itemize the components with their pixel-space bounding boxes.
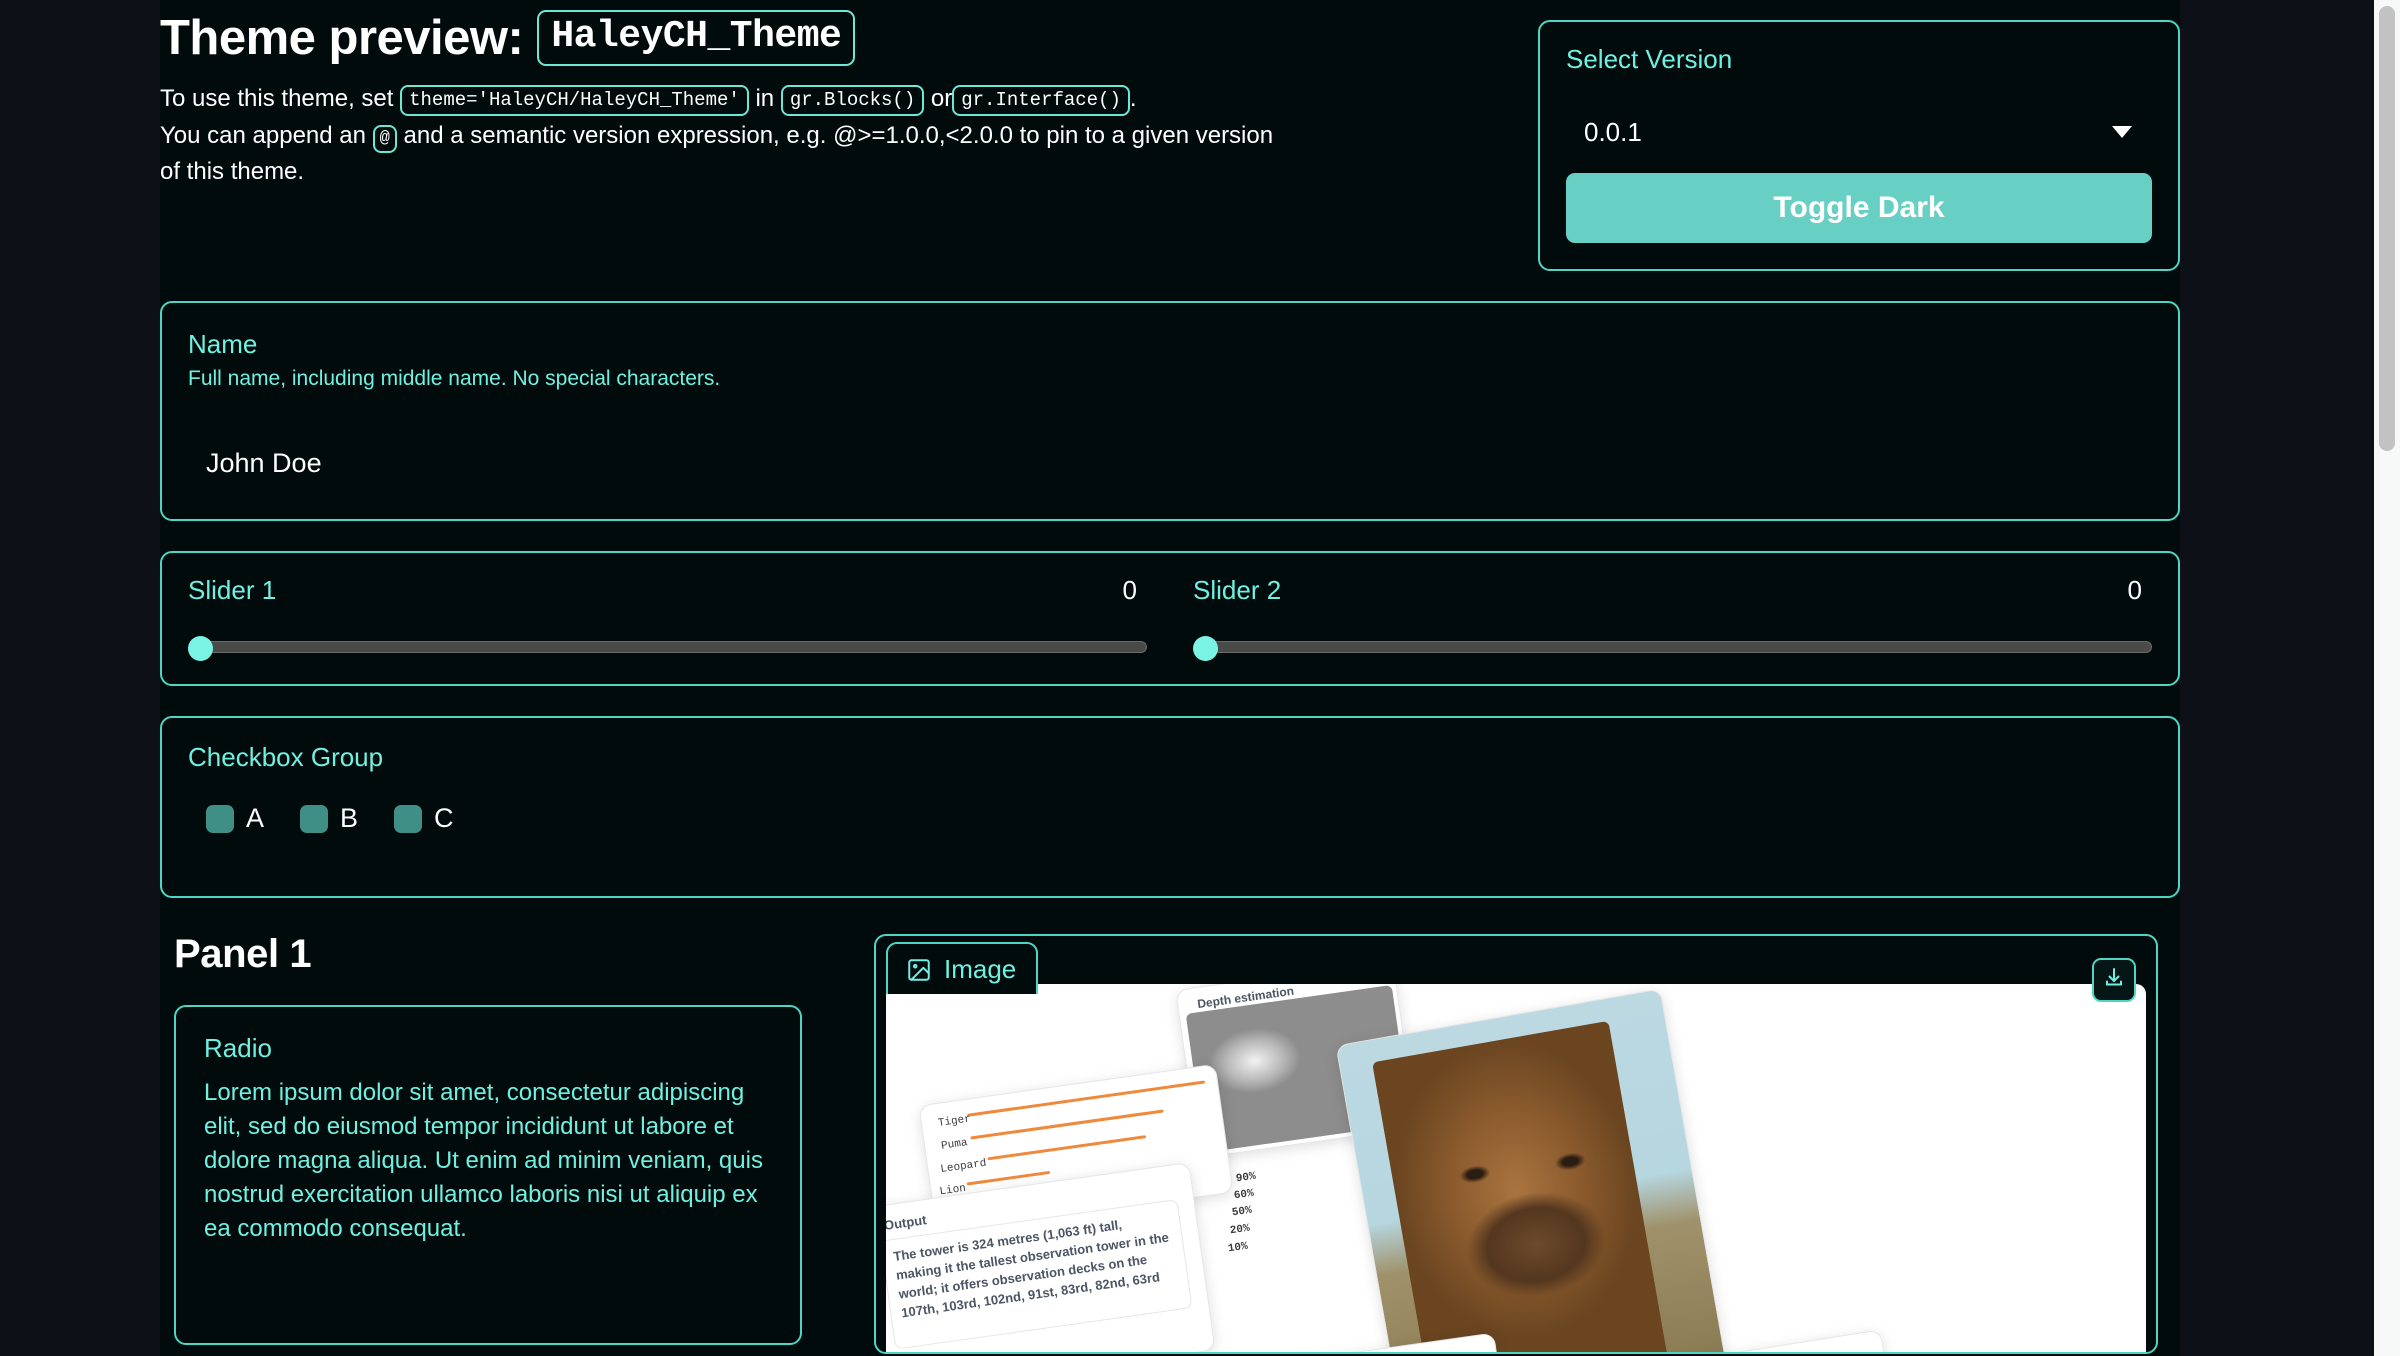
collage-bar-fill-0 bbox=[967, 1080, 1206, 1117]
tab-image[interactable]: Image bbox=[886, 942, 1039, 994]
select-version-label: Select Version bbox=[1566, 44, 1733, 74]
download-button[interactable] bbox=[2092, 958, 2136, 1002]
slider-2-thumb[interactable] bbox=[1193, 636, 1218, 661]
image-column: Image Depth estimation Tiger Puma Leopar… bbox=[860, 932, 2180, 1354]
slider-1-track[interactable] bbox=[188, 636, 1147, 661]
theme-arg-chip: theme='HaleyCH/HaleyCH_Theme' bbox=[400, 85, 749, 117]
left-gutter bbox=[0, 0, 160, 1356]
toggle-dark-button[interactable]: Toggle Dark bbox=[1566, 173, 2152, 243]
collage-pct-0: 90% bbox=[1235, 1170, 1257, 1186]
intro-line-2: You can append an @ and a semantic versi… bbox=[160, 121, 1500, 153]
content-column: Theme preview: HaleyCH_Theme To use this… bbox=[160, 0, 2180, 1356]
gr-blocks-chip: gr.Blocks() bbox=[780, 85, 925, 117]
slider-1-thumb[interactable] bbox=[188, 636, 213, 661]
intro-text-a: To use this theme, set bbox=[160, 85, 394, 113]
name-label: Name bbox=[188, 329, 258, 359]
slider-1-label: Slider 1 bbox=[188, 575, 277, 605]
intro-paragraph: To use this theme, set theme='HaleyCH/Ha… bbox=[160, 84, 1500, 187]
checkbox-group-label: Checkbox Group bbox=[188, 742, 384, 772]
slider-1-value: 0 bbox=[1122, 575, 1137, 605]
page-title-prefix: Theme preview: bbox=[160, 11, 524, 65]
checkbox-row: A B C bbox=[188, 803, 2152, 834]
slider-2-track[interactable] bbox=[1193, 636, 2152, 661]
page-scrollbar-thumb[interactable] bbox=[2379, 6, 2395, 451]
checkbox-item-a[interactable]: A bbox=[206, 803, 264, 834]
panel-column: Panel 1 Radio Lorem ipsum dolor sit amet… bbox=[160, 932, 860, 1345]
app-shell: Theme preview: HaleyCH_Theme To use this… bbox=[0, 0, 2400, 1356]
slider-2: Slider 2 0 bbox=[1193, 575, 2152, 661]
collage-output-box: The tower is 324 metres (1,063 ft) tall,… bbox=[886, 1198, 1193, 1350]
checkbox-label-b: B bbox=[340, 803, 359, 833]
gr-interface-chip: gr.Interface() bbox=[952, 85, 1130, 117]
page-scrollbar[interactable] bbox=[2374, 0, 2400, 1356]
theme-name-chip: HaleyCH_Theme bbox=[537, 10, 856, 67]
slider-1: Slider 1 0 bbox=[188, 575, 1147, 661]
chevron-down-icon bbox=[2112, 126, 2132, 138]
slider-2-head: Slider 2 0 bbox=[1193, 575, 2152, 606]
intro-text-g: of this theme. bbox=[160, 158, 305, 186]
slider-1-rail bbox=[202, 641, 1147, 653]
checkbox-label-a: A bbox=[246, 803, 265, 833]
page-title: Theme preview: HaleyCH_Theme bbox=[160, 10, 1512, 67]
image-preview-canvas: Depth estimation Tiger Puma Leopard Lion… bbox=[886, 984, 2146, 1352]
slider-2-value: 0 bbox=[2127, 575, 2142, 605]
collage-pct-4: 10% bbox=[1227, 1240, 1249, 1256]
at-sign-chip: @ bbox=[372, 124, 397, 153]
collage-card-sliders: TV_scale (for smoothness) Range_Scale (o… bbox=[1177, 1332, 1515, 1352]
intro-line-1: To use this theme, set theme='HaleyCH/Ha… bbox=[160, 84, 1500, 117]
name-input[interactable] bbox=[188, 415, 2152, 511]
header-row: Theme preview: HaleyCH_Theme To use this… bbox=[160, 0, 2180, 271]
collage-pct-2: 50% bbox=[1231, 1204, 1253, 1220]
intro-text-f: and a semantic version expression, e.g. … bbox=[403, 121, 1274, 149]
radio-description: Lorem ipsum dolor sit amet, consectetur … bbox=[204, 1079, 763, 1243]
header-text-column: Theme preview: HaleyCH_Theme To use this… bbox=[160, 0, 1512, 188]
collage-card-artwork bbox=[1335, 988, 1727, 1352]
checkbox-item-c[interactable]: C bbox=[394, 803, 454, 834]
collage-output-label: Output bbox=[886, 1212, 928, 1233]
slider-1-head: Slider 1 0 bbox=[188, 575, 1147, 606]
intro-text-c: or bbox=[930, 85, 953, 113]
collage-artwork-figure bbox=[1372, 1020, 1671, 1352]
collage-output-text: The tower is 324 metres (1,063 ft) tall,… bbox=[892, 1217, 1170, 1320]
checkbox-label-c: C bbox=[434, 803, 454, 833]
tab-image-label: Image bbox=[944, 954, 1017, 984]
version-dropdown-value: 0.0.1 bbox=[1584, 116, 1642, 147]
slider-2-rail bbox=[1207, 641, 2152, 653]
name-block: Name Full name, including middle name. N… bbox=[160, 301, 2180, 521]
intro-text-e: You can append an bbox=[160, 121, 366, 149]
checkbox-icon-a[interactable] bbox=[206, 804, 234, 833]
slider-2-label: Slider 2 bbox=[1193, 575, 1282, 605]
checkbox-group-block: Checkbox Group A B C bbox=[160, 716, 2180, 898]
collage-pct-3: 20% bbox=[1229, 1222, 1251, 1238]
image-block: Image Depth estimation Tiger Puma Leopar… bbox=[874, 934, 2158, 1354]
intro-text-b: in bbox=[755, 85, 775, 113]
panel-title: Panel 1 bbox=[174, 932, 312, 976]
right-gutter bbox=[2180, 0, 2400, 1356]
collage-pct-1: 60% bbox=[1233, 1187, 1255, 1203]
intro-line-3: of this theme. bbox=[160, 157, 1500, 187]
download-icon bbox=[2102, 966, 2126, 995]
radio-label: Radio bbox=[204, 1033, 272, 1063]
image-icon bbox=[906, 957, 932, 983]
checkbox-icon-c[interactable] bbox=[394, 804, 423, 833]
content-inner: Theme preview: HaleyCH_Theme To use this… bbox=[160, 0, 2180, 1354]
name-info: Full name, including middle name. No spe… bbox=[188, 367, 721, 390]
radio-block: Radio Lorem ipsum dolor sit amet, consec… bbox=[174, 1005, 802, 1345]
version-card: Select Version 0.0.1 Toggle Dark bbox=[1538, 20, 2180, 271]
intro-text-d: . bbox=[1129, 85, 1137, 113]
slider-block: Slider 1 0 Slider 2 0 bbox=[160, 551, 2180, 686]
collage-bar-0: Tiger bbox=[937, 1080, 1206, 1130]
lower-row: Panel 1 Radio Lorem ipsum dolor sit amet… bbox=[160, 932, 2180, 1354]
checkbox-item-b[interactable]: B bbox=[300, 803, 358, 834]
checkbox-icon-b[interactable] bbox=[300, 804, 329, 833]
version-dropdown[interactable]: 0.0.1 bbox=[1566, 101, 2152, 163]
